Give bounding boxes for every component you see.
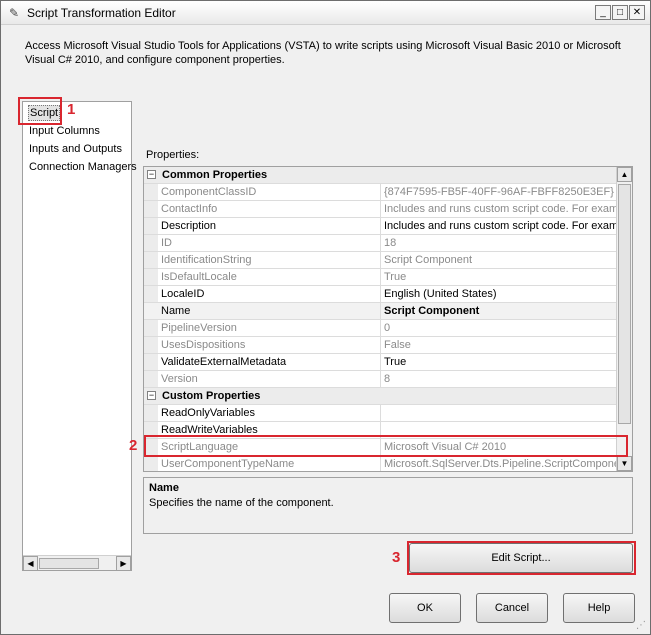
property-row[interactable]: IsDefaultLocale True xyxy=(144,269,618,286)
property-value: 18 xyxy=(384,237,397,249)
property-row[interactable]: ComponentClassID {874F7595-FB5F-40FF-96A… xyxy=(144,184,618,201)
property-name: ReadOnlyVariables xyxy=(161,407,255,419)
property-row[interactable]: IdentificationString Script Component xyxy=(144,252,618,269)
callout-number-1: 1 xyxy=(67,101,76,118)
help-button[interactable]: Help xyxy=(563,593,635,623)
property-value: {874F7595-FB5F-40FF-96AF-FBFF8250E3EF} xyxy=(384,186,614,198)
script-transformation-editor-window: ✎ Script Transformation Editor _ □ ✕ Acc… xyxy=(0,0,651,635)
callout-number-2: 2 xyxy=(129,437,138,454)
property-value[interactable]: True xyxy=(384,356,618,368)
page-nav-list: Script Input Columns Inputs and Outputs … xyxy=(22,101,137,571)
category-label: Custom Properties xyxy=(162,390,261,402)
property-grid-scroll-thumb[interactable] xyxy=(618,184,631,424)
property-name: Description xyxy=(161,220,217,232)
property-value: 8 xyxy=(384,373,391,385)
property-name: IsDefaultLocale xyxy=(161,271,237,283)
collapse-icon[interactable]: − xyxy=(147,170,156,179)
property-value[interactable]: English (United States) xyxy=(384,288,618,300)
property-name: ComponentClassID xyxy=(161,186,257,198)
minimize-button[interactable]: _ xyxy=(595,5,611,20)
property-value: Microsoft.SqlServer.Dts.Pipeline.ScriptC… xyxy=(384,458,618,470)
property-value: Script Component xyxy=(384,254,473,266)
property-name: IdentificationString xyxy=(161,254,252,266)
properties-label: Properties: xyxy=(146,149,200,161)
nav-horizontal-scrollbar[interactable]: ◀ ▶ xyxy=(23,555,131,571)
editor-description: Access Microsoft Visual Studio Tools for… xyxy=(25,40,621,66)
property-name: ValidateExternalMetadata xyxy=(161,356,287,368)
ok-button[interactable]: OK xyxy=(389,593,461,623)
callout-box-2 xyxy=(144,435,628,457)
scroll-down-icon[interactable]: ▼ xyxy=(617,456,632,471)
cancel-button[interactable]: Cancel xyxy=(476,593,548,623)
resize-grip-icon[interactable]: ⋰ xyxy=(636,620,648,632)
scroll-up-icon[interactable]: ▲ xyxy=(617,167,632,182)
callout-box-1 xyxy=(18,97,62,125)
property-row-selected[interactable]: Name Script Component xyxy=(144,303,618,320)
property-help-panel: Name Specifies the name of the component… xyxy=(143,477,633,534)
property-value: False xyxy=(384,339,411,351)
property-name: LocaleID xyxy=(161,288,205,300)
property-grid: − Common Properties ComponentClassID {87… xyxy=(143,166,633,472)
help-title: Name xyxy=(149,482,179,494)
title-bar[interactable]: ✎ Script Transformation Editor _ □ ✕ xyxy=(1,1,650,25)
property-value: 0 xyxy=(384,322,391,334)
property-row[interactable]: ID 18 xyxy=(144,235,618,252)
callout-number-3: 3 xyxy=(392,549,401,566)
property-value: Includes and runs custom script code. Fo… xyxy=(384,203,618,215)
collapse-icon[interactable]: − xyxy=(147,391,156,400)
nav-item-inputs-and-outputs[interactable]: Inputs and Outputs xyxy=(28,142,123,156)
property-row[interactable]: Description Includes and runs custom scr… xyxy=(144,218,618,235)
window-title: Script Transformation Editor xyxy=(27,6,176,20)
category-custom-properties[interactable]: − Custom Properties xyxy=(144,388,618,405)
property-row[interactable]: PipelineVersion 0 xyxy=(144,320,618,337)
property-row[interactable]: LocaleID English (United States) xyxy=(144,286,618,303)
property-name: UserComponentTypeName xyxy=(161,458,295,470)
property-row[interactable]: UserComponentTypeName Microsoft.SqlServe… xyxy=(144,456,618,471)
help-text: Specifies the name of the component. xyxy=(149,497,334,509)
property-value: True xyxy=(384,271,407,283)
property-row[interactable]: ReadOnlyVariables xyxy=(144,405,618,422)
property-name: Version xyxy=(161,373,198,385)
nav-scroll-thumb[interactable] xyxy=(39,558,99,569)
callout-box-3 xyxy=(407,541,636,575)
property-name: PipelineVersion xyxy=(161,322,237,334)
property-name: ID xyxy=(161,237,172,249)
property-value[interactable]: Includes and runs custom script code. Fo… xyxy=(384,220,618,232)
property-name: Name xyxy=(161,305,191,317)
property-name: ContactInfo xyxy=(161,203,218,215)
property-row[interactable]: Version 8 xyxy=(144,371,618,388)
scroll-right-icon[interactable]: ▶ xyxy=(116,556,131,571)
property-value[interactable]: Script Component xyxy=(384,305,618,317)
property-row[interactable]: UsesDispositions False xyxy=(144,337,618,354)
property-row[interactable]: ValidateExternalMetadata True xyxy=(144,354,618,371)
close-button[interactable]: ✕ xyxy=(629,5,645,20)
category-common-properties[interactable]: − Common Properties xyxy=(144,167,618,184)
property-name: UsesDispositions xyxy=(161,339,246,351)
property-row[interactable]: ContactInfo Includes and runs custom scr… xyxy=(144,201,618,218)
category-label: Common Properties xyxy=(162,169,268,181)
maximize-button[interactable]: □ xyxy=(612,5,628,20)
nav-item-input-columns[interactable]: Input Columns xyxy=(28,124,101,138)
nav-item-connection-managers[interactable]: Connection Managers xyxy=(28,160,138,174)
scroll-left-icon[interactable]: ◀ xyxy=(23,556,38,571)
property-grid-vertical-scrollbar[interactable]: ▲ ▼ xyxy=(616,167,632,471)
script-component-icon: ✎ xyxy=(8,6,20,20)
